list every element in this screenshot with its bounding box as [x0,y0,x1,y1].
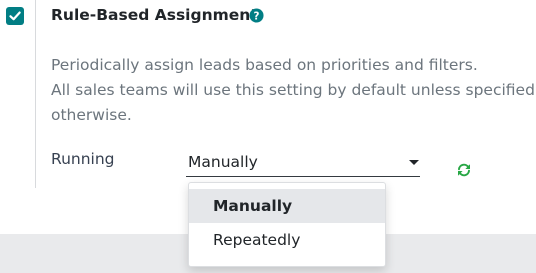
caret-down-icon [409,160,419,165]
running-dropdown-menu: Manually Repeatedly [188,182,386,267]
rule-based-assignment-checkbox[interactable] [6,7,24,25]
svg-text:?: ? [254,10,260,22]
description-line: otherwise. [51,106,132,124]
description-line: Periodically assign leads based on prior… [51,56,478,74]
running-select-value: Manually [188,153,258,171]
running-select[interactable]: Manually [186,151,420,177]
setting-divider [35,0,36,188]
setting-title: Rule-Based Assignment [51,6,258,24]
description-line: All sales teams will use this setting by… [51,81,535,99]
setting-description: Periodically assign leads based on prior… [51,53,535,128]
dropdown-option-repeatedly[interactable]: Repeatedly [189,223,385,257]
question-circle-icon[interactable]: ? [249,8,264,23]
refresh-icon[interactable] [456,162,472,178]
running-label: Running [51,150,115,168]
dropdown-option-manually[interactable]: Manually [189,189,385,223]
checkmark-icon [9,11,21,21]
